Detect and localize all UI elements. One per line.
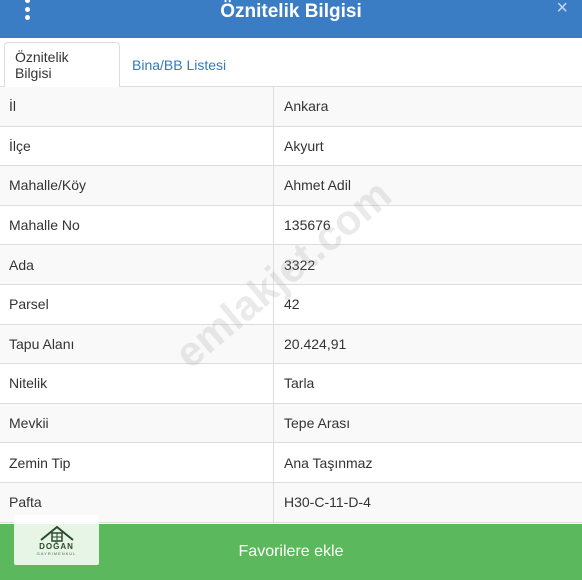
attribute-value: Tarla (284, 375, 315, 392)
attribute-value: Ana Taşınmaz (284, 454, 373, 471)
attribute-table: İl Ankara İlçe Akyurt Mahalle/Köy Ahmet … (0, 87, 582, 523)
tab-oznitelik-bilgisi[interactable]: Öznitelik Bilgisi (4, 42, 120, 88)
attribute-key: Tapu Alanı (0, 324, 274, 364)
table-row: İlçe Akyurt (0, 126, 582, 167)
table-row: Mahalle/Köy Ahmet Adil (0, 166, 582, 206)
company-logo: DOĞAN GAYRIMENKUL (14, 515, 99, 565)
table-row: Mevkii Tepe Arası (0, 403, 582, 444)
table-row: Nitelik Tarla (0, 364, 582, 404)
close-icon[interactable]: × (556, 0, 568, 20)
table-row: Zemin Tip Ana Taşınmaz (0, 443, 582, 483)
vertical-dots-icon[interactable] (20, 0, 34, 20)
house-logo-icon (39, 525, 74, 542)
attribute-key: Mevkii (0, 403, 274, 443)
logo-subtitle: GAYRIMENKUL (36, 551, 77, 556)
dialog-title: Öznitelik Bilgisi (220, 1, 362, 22)
attribute-key: Ada (0, 245, 274, 284)
attribute-value: 135676 (284, 217, 331, 234)
table-row: Tapu Alanı 20.424,91 (0, 324, 582, 365)
attribute-value: H30-C-11-D-4 (284, 494, 371, 511)
attribute-key: Nitelik (0, 364, 274, 403)
attribute-key: İl (0, 87, 274, 126)
attribute-key: Mahalle No (0, 205, 274, 245)
attribute-key: Mahalle/Köy (0, 166, 274, 205)
attribute-value: Ankara (284, 98, 329, 115)
table-row: İl Ankara (0, 87, 582, 127)
attribute-key: Zemin Tip (0, 443, 274, 482)
attribute-value: 3322 (284, 256, 316, 273)
attribute-value: 20.424,91 (284, 335, 347, 352)
attribute-value: Ahmet Adil (284, 177, 351, 194)
logo-name: DOĞAN (39, 542, 74, 551)
tab-bina-bb-listesi[interactable]: Bina/BB Listesi (122, 42, 236, 88)
attribute-value: 42 (284, 296, 300, 313)
attribute-value: Tepe Arası (284, 415, 351, 432)
table-row: Parsel 42 (0, 284, 582, 325)
table-row: Ada 3322 (0, 245, 582, 285)
tab-bar: Öznitelik Bilgisi Bina/BB Listesi (0, 38, 582, 88)
attribute-key: Parsel (0, 284, 274, 324)
attribute-key: İlçe (0, 126, 274, 166)
dialog-header: Öznitelik Bilgisi × (0, 0, 582, 38)
attribute-value: Akyurt (284, 137, 324, 154)
table-row: Mahalle No 135676 (0, 205, 582, 246)
